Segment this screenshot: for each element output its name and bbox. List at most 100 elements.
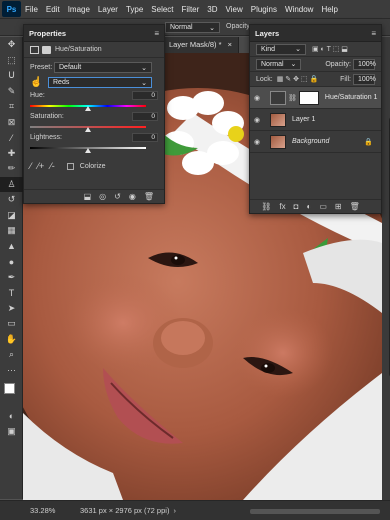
new-layer-icon[interactable]: ⊞ bbox=[335, 202, 342, 211]
layer-name[interactable]: Background bbox=[292, 138, 329, 145]
saturation-slider[interactable] bbox=[30, 124, 146, 132]
new-adjustment-icon[interactable]: ◐ bbox=[306, 202, 311, 211]
layer-row-background[interactable]: ◉ Background 🔒 bbox=[250, 131, 381, 153]
menu-layer[interactable]: Layer bbox=[94, 0, 122, 19]
dodge-tool-icon[interactable]: ● bbox=[0, 254, 23, 270]
eye-icon[interactable]: ◉ bbox=[254, 138, 264, 146]
layer-mask-thumbnail[interactable] bbox=[298, 90, 319, 105]
brush-tool-icon[interactable]: ✏ bbox=[0, 161, 23, 177]
type-tool-icon[interactable]: T bbox=[0, 285, 23, 301]
fx-icon[interactable]: fx bbox=[279, 202, 285, 211]
document-tab[interactable]: Layer Mask/8) * × bbox=[163, 37, 240, 53]
marquee-tool-icon[interactable]: ⬚ bbox=[0, 53, 23, 69]
saturation-value-input[interactable]: 0 bbox=[132, 112, 158, 121]
hand-tool-icon[interactable]: ✋ bbox=[0, 332, 23, 348]
hue-slider-knob[interactable] bbox=[85, 106, 91, 111]
clip-to-layer-icon[interactable]: ⬓ bbox=[84, 192, 92, 201]
eraser-tool-icon[interactable]: ◪ bbox=[0, 208, 23, 224]
menu-edit[interactable]: Edit bbox=[42, 0, 64, 19]
clone-stamp-tool-icon[interactable]: ♙ bbox=[0, 176, 23, 192]
menu-type[interactable]: Type bbox=[122, 0, 147, 19]
hue-slider[interactable] bbox=[30, 103, 146, 111]
menu-file[interactable]: File bbox=[21, 0, 42, 19]
layer-blend-mode-select[interactable]: Normal ⌄ bbox=[256, 58, 302, 70]
layer-row-layer-1[interactable]: ◉ Layer 1 bbox=[250, 109, 381, 131]
eyedropper-icon[interactable]: ⁄ bbox=[30, 161, 32, 171]
layer-name[interactable]: Layer 1 bbox=[292, 116, 315, 123]
lightness-slider-knob[interactable] bbox=[85, 148, 91, 153]
lightness-slider[interactable] bbox=[30, 145, 146, 153]
menu-select[interactable]: Select bbox=[147, 0, 177, 19]
lasso-tool-icon[interactable]: ᑌ bbox=[0, 68, 23, 84]
path-selection-tool-icon[interactable]: ➤ bbox=[0, 301, 23, 317]
more-tools-icon[interactable]: ··· bbox=[0, 363, 23, 379]
move-tool-icon[interactable]: ✥ bbox=[0, 37, 23, 53]
foreground-color-swatch[interactable] bbox=[4, 383, 15, 394]
color-swatches[interactable] bbox=[0, 378, 22, 408]
status-arrow-icon[interactable]: › bbox=[173, 506, 176, 515]
eyedropper-tool-icon[interactable]: ⁄ bbox=[0, 130, 23, 146]
colorize-checkbox[interactable] bbox=[66, 162, 74, 170]
crop-tool-icon[interactable]: ⌗ bbox=[0, 99, 23, 115]
panel-menu-icon[interactable]: ≡ bbox=[154, 29, 159, 38]
mask-icon[interactable] bbox=[42, 45, 51, 54]
pen-tool-icon[interactable]: ✒ bbox=[0, 270, 23, 286]
targeted-adjustment-hand-icon[interactable]: ☝ bbox=[30, 77, 48, 88]
zoom-level[interactable]: 33.28% bbox=[0, 506, 55, 515]
eye-icon[interactable]: ◉ bbox=[254, 116, 264, 124]
menu-plugins[interactable]: Plugins bbox=[247, 0, 281, 19]
add-mask-icon[interactable]: ◘ bbox=[294, 202, 299, 211]
fill-input[interactable]: 100% bbox=[353, 73, 376, 85]
history-brush-tool-icon[interactable]: ↺ bbox=[0, 192, 23, 208]
eye-icon[interactable]: ◉ bbox=[254, 94, 264, 102]
options-blend-mode-select[interactable]: Normal ⌄ bbox=[165, 22, 220, 33]
eyedropper-minus-icon[interactable]: ⁄- bbox=[50, 161, 55, 171]
layers-title[interactable]: Layers bbox=[255, 29, 279, 38]
horizontal-scrollbar[interactable] bbox=[250, 509, 380, 514]
menu-filter[interactable]: Filter bbox=[178, 0, 204, 19]
adjustment-icon[interactable] bbox=[30, 45, 39, 54]
eyedropper-plus-icon[interactable]: ⁄+ bbox=[38, 161, 45, 171]
close-icon[interactable]: × bbox=[228, 40, 232, 49]
saturation-slider-knob[interactable] bbox=[85, 127, 91, 132]
lightness-value-input[interactable]: 0 bbox=[132, 133, 158, 142]
trash-icon[interactable]: 🗑 bbox=[144, 192, 154, 201]
menu-view[interactable]: View bbox=[222, 0, 247, 19]
vertical-scrollbar[interactable] bbox=[382, 37, 390, 500]
gradient-tool-icon[interactable]: ▦ bbox=[0, 223, 23, 239]
reset-icon[interactable]: ↺ bbox=[114, 192, 121, 201]
filter-icons[interactable]: ▣ ◐ T ⬚ ⬓ bbox=[312, 45, 348, 53]
opacity-input[interactable]: 100% bbox=[353, 58, 376, 70]
menu-window[interactable]: Window bbox=[281, 0, 317, 19]
toolbar: ✥ ⬚ ᑌ ✎ ⌗ ⊠ ⁄ ✚ ✏ ♙ ↺ ◪ ▦ ▲ ● ✒ T ➤ ▭ ✋ … bbox=[0, 37, 23, 499]
layer-row-hue-saturation[interactable]: ◉ ⛓ Hue/Saturation 1 bbox=[250, 87, 381, 109]
panel-menu-icon[interactable]: ≡ bbox=[371, 29, 376, 38]
layer-filter-select[interactable]: Kind ⌄ bbox=[256, 43, 306, 55]
screen-mode-icon[interactable]: ▣ bbox=[0, 424, 23, 440]
menu-help[interactable]: Help bbox=[317, 0, 341, 19]
menu-3d[interactable]: 3D bbox=[203, 0, 221, 19]
view-previous-icon[interactable]: ◎ bbox=[99, 192, 106, 201]
quick-select-tool-icon[interactable]: ✎ bbox=[0, 84, 23, 100]
frame-tool-icon[interactable]: ⊠ bbox=[0, 115, 23, 131]
healing-brush-tool-icon[interactable]: ✚ bbox=[0, 146, 23, 162]
link-layers-icon[interactable]: ⛓ bbox=[261, 202, 271, 211]
chevron-down-icon: ⌄ bbox=[209, 24, 215, 32]
visibility-icon[interactable]: ◉ bbox=[129, 192, 136, 201]
layer-thumbnail bbox=[270, 134, 286, 149]
hue-value-input[interactable]: 0 bbox=[132, 91, 158, 100]
blur-tool-icon[interactable]: ▲ bbox=[0, 239, 23, 255]
menu-image[interactable]: Image bbox=[64, 0, 94, 19]
properties-title[interactable]: Properties bbox=[29, 29, 66, 38]
trash-icon[interactable]: 🗑 bbox=[350, 202, 360, 211]
lock-icons[interactable]: ▦ ✎ ✥ ⬚ 🔒 bbox=[277, 75, 318, 83]
quick-mask-icon[interactable]: ◐ bbox=[0, 408, 23, 424]
new-group-icon[interactable]: ▭ bbox=[319, 202, 327, 211]
link-icon[interactable]: ⛓ bbox=[288, 94, 297, 102]
preset-select[interactable]: Default ⌄ bbox=[54, 62, 152, 73]
zoom-tool-icon[interactable]: ⌕ bbox=[0, 347, 23, 363]
layer-name[interactable]: Hue/Saturation 1 bbox=[325, 94, 378, 101]
channel-select[interactable]: Reds ⌄ bbox=[48, 77, 152, 88]
shape-tool-icon[interactable]: ▭ bbox=[0, 316, 23, 332]
photoshop-logo[interactable]: Ps bbox=[2, 1, 21, 17]
